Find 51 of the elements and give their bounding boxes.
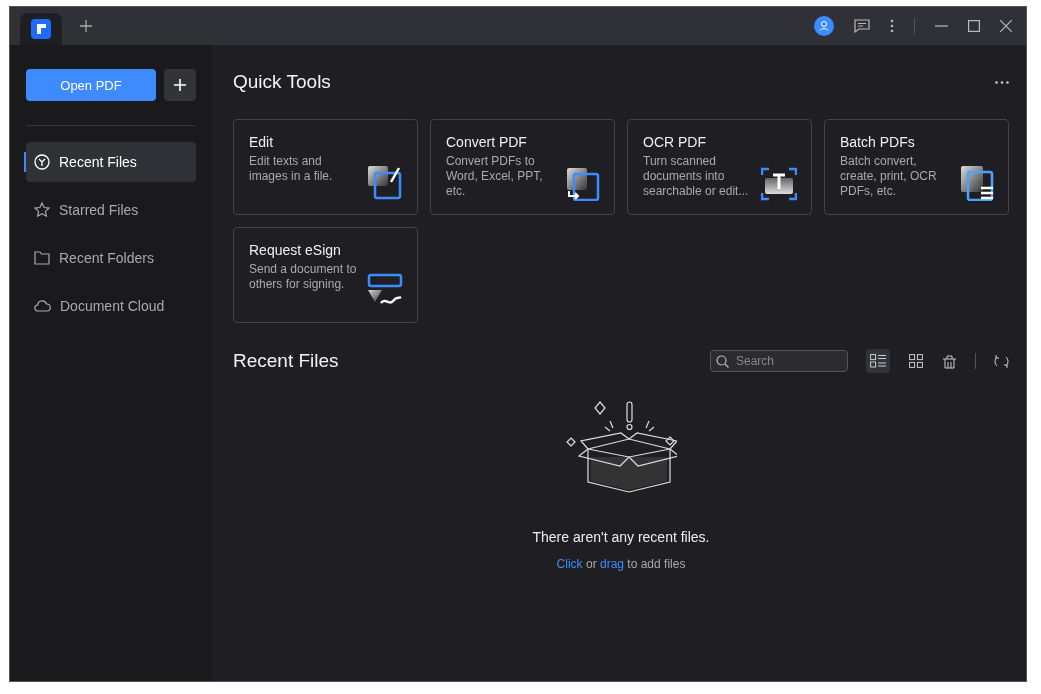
click-link[interactable]: Click: [556, 557, 583, 571]
tool-card[interactable]: Edit Edit texts and images in a file.: [233, 119, 418, 215]
tool-card[interactable]: OCR PDF Turn scanned documents into searchable or edit...: [627, 119, 812, 215]
tool-title: Edit: [249, 134, 275, 150]
app-logo-icon: [31, 19, 51, 39]
tool-title: Request eSign: [249, 242, 342, 258]
app-tab[interactable]: [20, 13, 62, 45]
maximize-icon[interactable]: [968, 20, 980, 32]
add-button[interactable]: [164, 69, 196, 101]
tool-card[interactable]: Request eSign Send a document to others for signing.: [233, 227, 418, 323]
star-icon: [34, 202, 50, 218]
drag-link[interactable]: drag: [599, 557, 624, 571]
text-scan-icon: [761, 167, 797, 201]
empty-message: There aren't any recent files.: [532, 529, 710, 545]
list-view-button[interactable]: [866, 349, 890, 373]
sidebar-item[interactable]: Starred Files: [26, 190, 196, 230]
tool-description: Edit texts and images in a file.: [249, 154, 334, 184]
more-icon[interactable]: [995, 80, 1009, 84]
sidebar-item[interactable]: Document Cloud: [26, 286, 196, 326]
tool-description: Batch convert, create, print, OCR PDFs, etc.: [840, 154, 938, 199]
hint-text: to add files: [627, 557, 686, 571]
tool-description: Turn scanned documents into searchable or edit...: [643, 154, 750, 199]
hint-text: or: [585, 557, 597, 571]
account-icon[interactable]: [814, 16, 834, 36]
folder-icon: [34, 251, 50, 265]
tool-title: OCR PDF: [643, 134, 707, 150]
sidebar-item[interactable]: Recent Files: [26, 142, 196, 182]
more-icon[interactable]: [890, 19, 894, 33]
convert-icon: [566, 167, 600, 201]
plus-icon: [174, 79, 186, 91]
sidebar-item[interactable]: Recent Folders: [26, 238, 196, 278]
search-field[interactable]: Search: [710, 350, 848, 372]
tool-description: Convert PDFs to Word, Excel, PPT, etc.: [446, 154, 544, 199]
grid-view-icon: [909, 354, 923, 368]
tool-title: Convert PDF: [446, 134, 528, 150]
section-title: Quick Tools: [233, 71, 331, 93]
trash-icon[interactable]: [942, 353, 957, 369]
list-view-icon: [870, 354, 886, 368]
close-icon[interactable]: [1000, 20, 1012, 32]
cloud-icon: [34, 300, 51, 312]
clock-icon: [34, 154, 50, 170]
add-tab-icon[interactable]: [80, 20, 92, 32]
tool-title: Batch PDFs: [840, 134, 916, 150]
tool-card[interactable]: Convert PDF Convert PDFs to Word, Excel, PPT, etc.: [430, 119, 615, 215]
stacked-pages-icon: [960, 165, 994, 201]
comment-icon[interactable]: [854, 19, 870, 33]
refresh-icon[interactable]: [994, 353, 1009, 369]
section-title: Recent Files: [233, 350, 339, 372]
tool-description: Send a document to others for signing.: [249, 262, 358, 292]
edit-icon: [367, 165, 403, 201]
tool-card[interactable]: Batch PDFs Batch convert, create, print, OCR PDFs, etc.: [824, 119, 1009, 215]
